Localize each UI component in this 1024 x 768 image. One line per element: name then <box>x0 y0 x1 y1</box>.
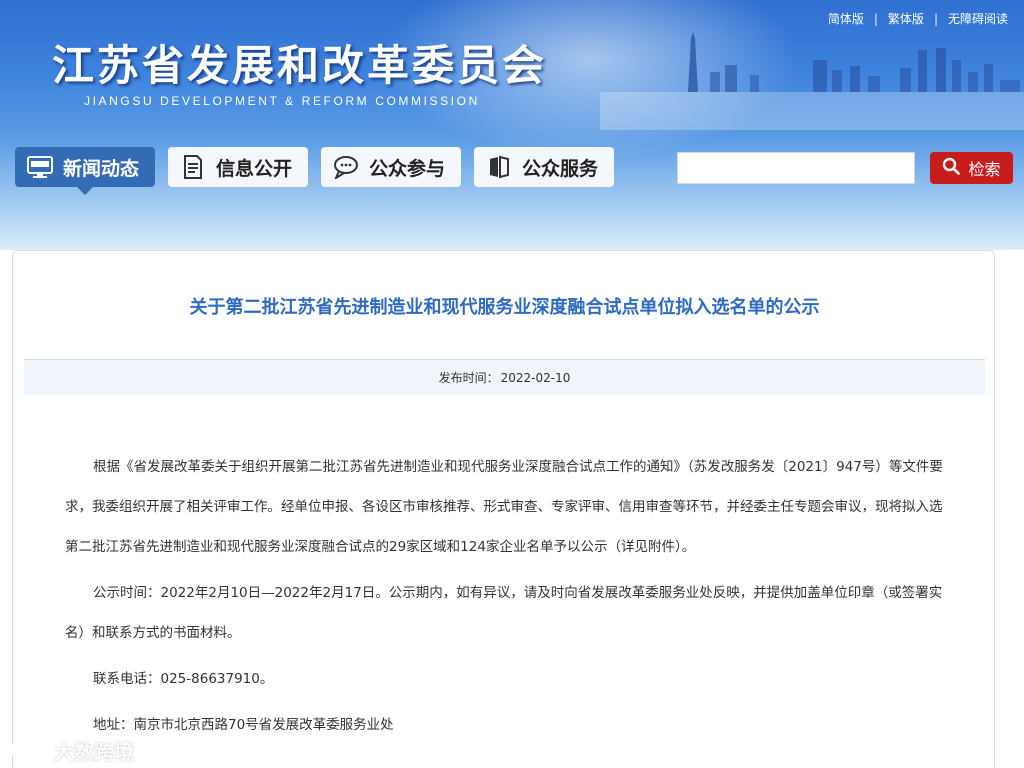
article-paragraph: 公示时间：2022年2月10日—2022年2月17日。公示期内，如有异议，请及时… <box>65 585 943 641</box>
nav-item-info-disclosure[interactable]: 信息公开 <box>168 147 309 187</box>
chat-icon <box>333 155 359 179</box>
article-paragraph: 根据《省发展改革委关于组织开展第二批江苏省先进制造业和现代服务业深度融合试点工作… <box>65 459 943 555</box>
nav-item-label: 信息公开 <box>216 157 293 180</box>
site-header: 简体版 | 繁体版 | 无障碍阅读 江苏省发展和改革委员会 JIANGSU DE… <box>0 0 1024 250</box>
city-skyline-image <box>600 32 1024 130</box>
news-icon <box>27 155 53 179</box>
nav-item-label: 公众参与 <box>369 157 446 180</box>
nav-item-label: 新闻动态 <box>63 157 140 180</box>
article-title: 关于第二批江苏省先进制造业和现代服务业深度融合试点单位拟入选名单的公示 <box>189 297 820 318</box>
watermark: 大数跨境 <box>8 736 134 765</box>
document-icon <box>180 155 206 179</box>
lang-traditional-link[interactable]: 繁体版 <box>888 10 924 27</box>
search-button-label: 检索 <box>968 160 1001 179</box>
main-nav: 新闻动态 信息公开 公众参与 公众服务 <box>15 147 615 195</box>
publish-info-bar: 发布时间： 2022-02-10 <box>24 359 985 395</box>
lang-simplified-link[interactable]: 简体版 <box>828 10 864 27</box>
nav-item-public-participation[interactable]: 公众参与 <box>321 147 462 187</box>
accessibility-link[interactable]: 无障碍阅读 <box>948 10 1008 27</box>
language-bar: 简体版 | 繁体版 | 无障碍阅读 <box>828 10 1008 27</box>
publish-date: 2022-02-10 <box>500 370 571 385</box>
book-icon <box>486 155 512 179</box>
nav-item-public-service[interactable]: 公众服务 <box>474 147 615 187</box>
watermark-logo-icon <box>8 737 48 764</box>
nav-item-news[interactable]: 新闻动态 <box>15 147 156 195</box>
article-paragraph: 联系电话：025-86637910。 <box>93 671 274 687</box>
search-button[interactable]: 检索 <box>930 152 1013 184</box>
search-input[interactable] <box>677 152 915 184</box>
site-title[interactable]: 江苏省发展和改革委员会 <box>52 32 547 93</box>
publish-label: 发布时间： <box>438 371 499 385</box>
watermark-text: 大数跨境 <box>54 740 134 764</box>
separator: | <box>873 11 878 26</box>
separator: | <box>933 11 938 26</box>
article-paragraph: 地址：南京市北京西路70号省发展改革委服务业处 <box>93 717 394 733</box>
article-panel: 关于第二批江苏省先进制造业和现代服务业深度融合试点单位拟入选名单的公示 发布时间… <box>12 250 995 768</box>
site-subtitle: JIANGSU DEVELOPMENT & REFORM COMMISSION <box>84 94 480 108</box>
nav-item-label: 公众服务 <box>522 157 599 180</box>
search-icon <box>942 157 961 179</box>
article-body: 根据《省发展改革委关于组织开展第二批江苏省先进制造业和现代服务业深度融合试点工作… <box>65 447 945 745</box>
